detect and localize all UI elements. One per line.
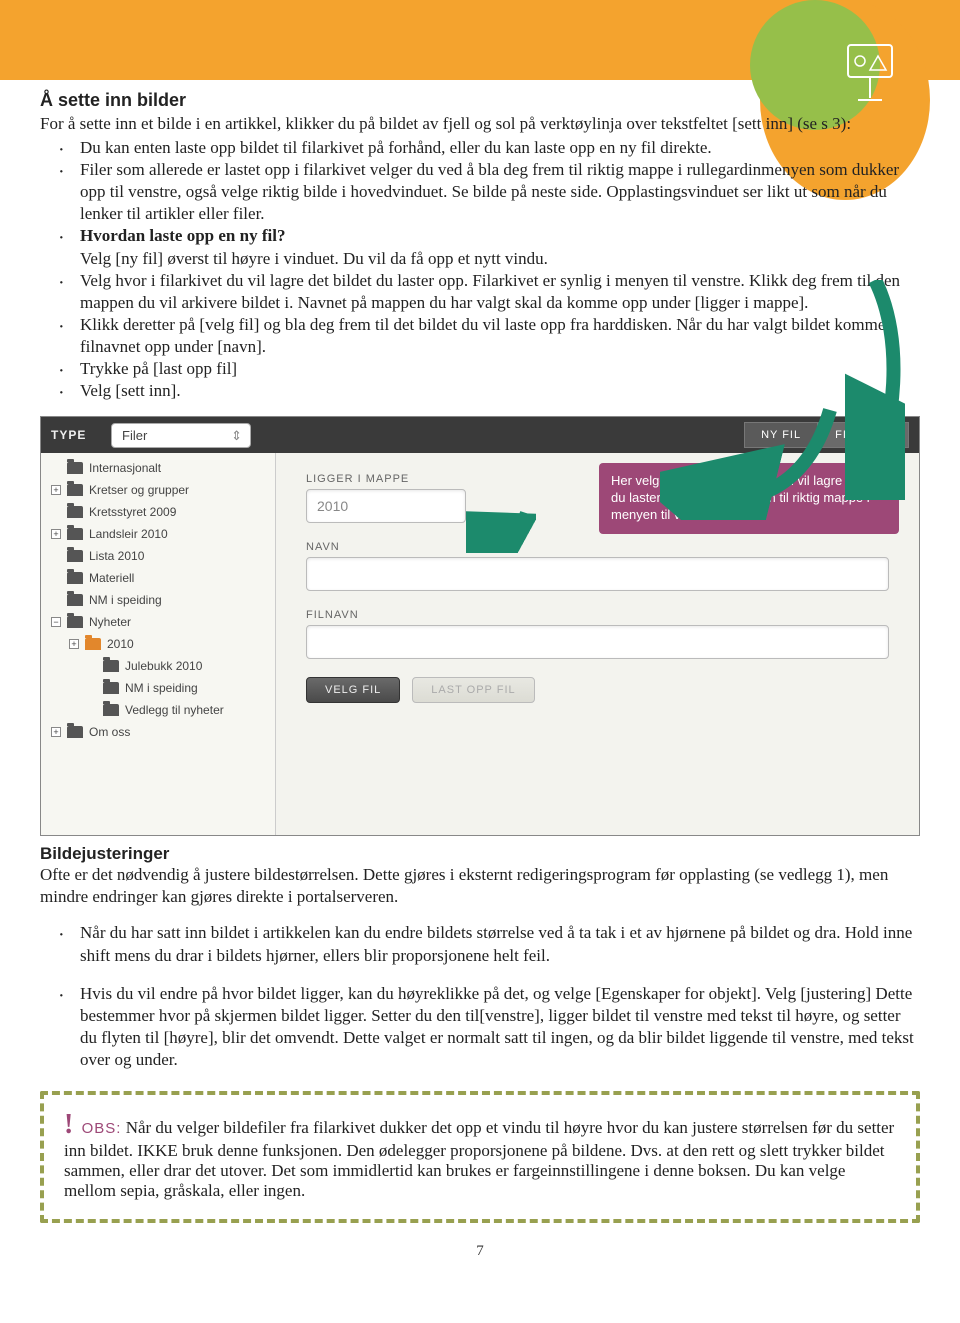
intro-paragraph: For å sette inn et bilde i en artikkel, …	[40, 113, 920, 135]
tree-item-label: Julebukk 2010	[125, 659, 202, 673]
folder-icon	[103, 660, 119, 672]
list-item: Klikk deretter på [velg fil] og bla deg …	[40, 314, 920, 358]
tree-item-label: Materiell	[89, 571, 134, 585]
tree-item-label: Kretser og grupper	[89, 483, 189, 497]
subsection-heading: Bildejusteringer	[40, 844, 920, 864]
tree-item[interactable]: − Nyheter	[41, 611, 275, 633]
subsection-intro: Ofte er det nødvendig å justere bildestø…	[40, 864, 920, 908]
obs-exclaim-icon: !	[64, 1109, 73, 1140]
list-item: Velg hvor i filarkivet du vil lagre det …	[40, 270, 920, 314]
tree-item[interactable]: +2010	[41, 633, 275, 655]
last-opp-fil-button[interactable]: LAST OPP FIL	[412, 677, 534, 703]
section-heading: Å sette inn bilder	[40, 90, 920, 111]
tree-item-label: Landsleir 2010	[89, 527, 168, 541]
arrow-down-icon	[845, 280, 905, 500]
obs-box: ! OBS: Når du velger bildefiler fra fila…	[40, 1091, 920, 1223]
list-item: Når du har satt inn bildet i artikkelen …	[40, 922, 920, 966]
tree-item[interactable]: Julebukk 2010	[41, 655, 275, 677]
list-item: Velg [ny fil] øverst til høyre i vinduet…	[40, 248, 920, 270]
folder-icon	[67, 462, 83, 474]
tree-item-label: Lista 2010	[89, 549, 144, 563]
folder-tree[interactable]: Internasjonalt + Kretser og grupper Kretsst…	[41, 453, 276, 835]
folder-icon	[67, 528, 83, 540]
type-label: TYPE	[51, 428, 101, 442]
folder-icon	[67, 616, 83, 628]
list-item: Filer som allerede er lastet opp i filar…	[40, 159, 920, 225]
tree-item-label: 2010	[107, 637, 134, 651]
tree-item-label: NM i speiding	[125, 681, 198, 695]
velg-fil-button[interactable]: VELG FIL	[306, 677, 400, 703]
obs-label: OBS:	[82, 1120, 122, 1137]
tree-item-label: Internasjonalt	[89, 461, 161, 475]
instruction-list: Du kan enten laste opp bildet til filark…	[40, 137, 920, 402]
type-dropdown[interactable]: Filer ⇕	[111, 423, 251, 448]
expand-icon[interactable]: +	[51, 529, 61, 539]
type-dropdown-value: Filer	[122, 428, 147, 443]
tree-item[interactable]: Vedlegg til nyheter	[41, 699, 275, 721]
folder-icon	[85, 638, 101, 650]
expand-icon[interactable]: +	[51, 485, 61, 495]
tree-item-label: Nyheter	[89, 615, 131, 629]
tree-item[interactable]: + Kretser og grupper	[41, 479, 275, 501]
adjust-list: Når du har satt inn bildet i artikkelen …	[40, 922, 920, 1071]
folder-icon	[67, 594, 83, 606]
list-item: Du kan enten laste opp bildet til filark…	[40, 137, 920, 159]
folder-icon	[67, 572, 83, 584]
chevron-updown-icon: ⇕	[231, 428, 242, 444]
tree-item[interactable]: Internasjonalt	[41, 457, 275, 479]
list-item: Trykke på [last opp fil]	[40, 358, 920, 380]
folder-icon	[67, 484, 83, 496]
tree-item-label: NM i speiding	[89, 593, 162, 607]
navn-label: NAVN	[306, 541, 889, 553]
folder-icon	[67, 506, 83, 518]
tree-item-label: Om oss	[89, 725, 130, 739]
tree-item[interactable]: Kretsstyret 2009	[41, 501, 275, 523]
arrow-curve-icon	[660, 400, 840, 520]
tree-item-label: Kretsstyret 2009	[89, 505, 176, 519]
list-item-question: Hvordan laste opp en ny fil?	[40, 225, 920, 247]
folder-icon	[67, 726, 83, 738]
arrow-left-icon	[466, 503, 536, 553]
tree-item[interactable]: Lista 2010	[41, 545, 275, 567]
tree-item[interactable]: + Om oss	[41, 721, 275, 743]
filnavn-input[interactable]	[306, 625, 889, 659]
folder-icon	[103, 682, 119, 694]
tree-item[interactable]: NM i speiding	[41, 677, 275, 699]
tree-item-label: Vedlegg til nyheter	[125, 703, 224, 717]
list-item: Velg [sett inn].	[40, 380, 920, 402]
collapse-icon[interactable]: −	[51, 617, 61, 627]
expand-icon[interactable]: +	[51, 727, 61, 737]
list-item: Hvis du vil endre på hvor bildet ligger,…	[40, 983, 920, 1071]
folder-icon	[67, 550, 83, 562]
obs-text: Når du velger bildefiler fra filarkivet …	[64, 1118, 894, 1200]
tree-item[interactable]: NM i speiding	[41, 589, 275, 611]
billboard-icon	[840, 40, 900, 110]
navn-input[interactable]	[306, 557, 889, 591]
expand-icon[interactable]: +	[69, 639, 79, 649]
ligger-i-mappe-input[interactable]	[306, 489, 466, 523]
tree-item[interactable]: Materiell	[41, 567, 275, 589]
tree-item[interactable]: + Landsleir 2010	[41, 523, 275, 545]
folder-icon	[103, 704, 119, 716]
filnavn-label: FILNAVN	[306, 609, 889, 621]
page-number: 7	[40, 1243, 920, 1260]
